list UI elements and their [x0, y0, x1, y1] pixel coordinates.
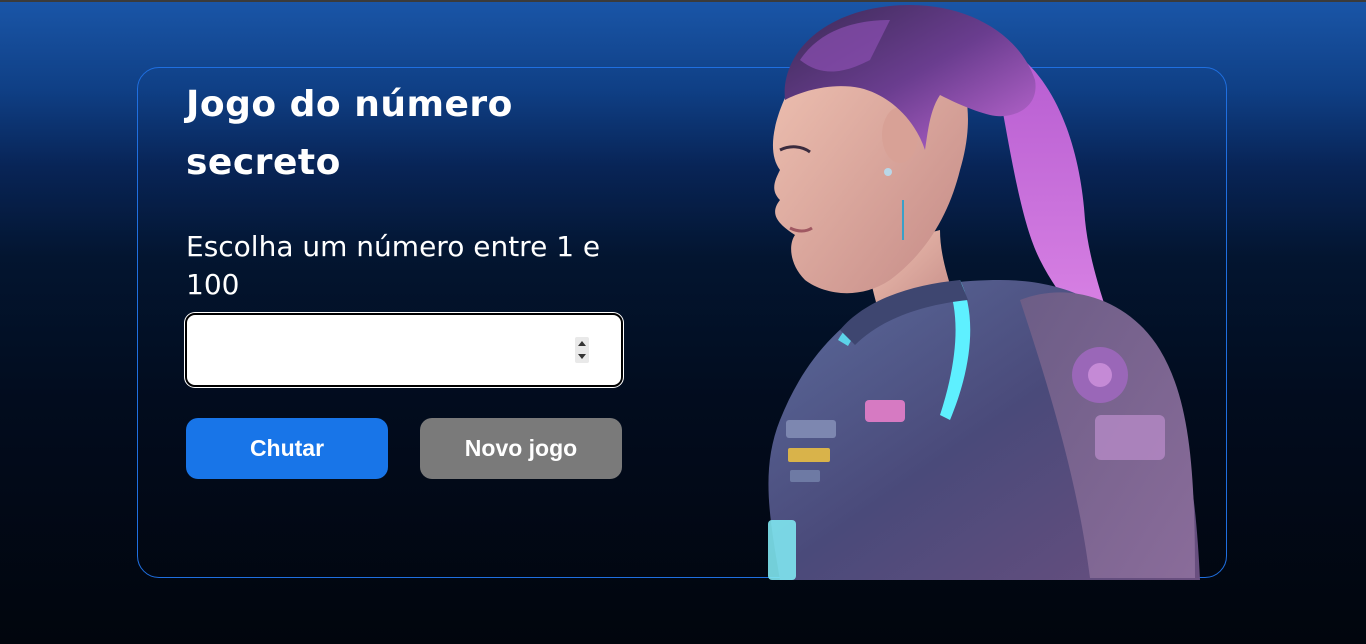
spinner-up-icon[interactable]	[578, 341, 586, 346]
cyberpunk-girl-illustration	[768, 5, 1200, 580]
page-title-line-2: secreto	[186, 142, 341, 183]
page-title: Jogo do número secreto	[186, 76, 626, 192]
guess-button[interactable]: Chutar	[186, 418, 388, 479]
number-spinner[interactable]	[575, 337, 589, 363]
number-input[interactable]	[197, 323, 561, 379]
number-input-wrapper[interactable]	[185, 313, 623, 387]
game-content: Jogo do número secreto Escolha um número…	[186, 76, 626, 304]
spinner-down-icon[interactable]	[578, 354, 586, 359]
new-game-button[interactable]: Novo jogo	[420, 418, 622, 479]
page-title-line-1: Jogo do número	[186, 84, 513, 125]
instruction-text: Escolha um número entre 1 e 100	[186, 230, 601, 301]
